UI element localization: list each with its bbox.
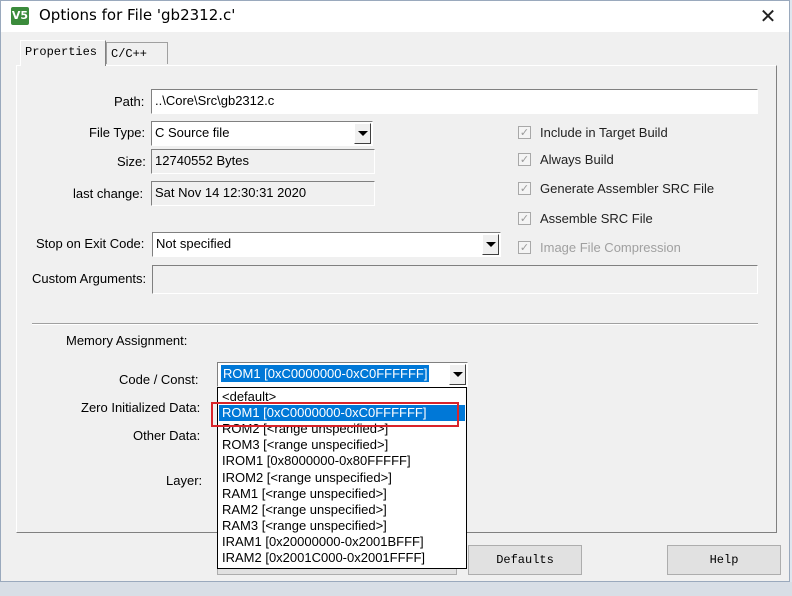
- generate-assembler-src-checkbox[interactable]: ✓: [518, 182, 531, 195]
- image-file-compression-label: Image File Compression: [540, 240, 681, 255]
- always-build-label: Always Build: [540, 152, 614, 167]
- include-in-target-build-checkbox[interactable]: ✓: [518, 126, 531, 139]
- defaults-button[interactable]: Defaults: [468, 545, 582, 575]
- tab-c-cpp[interactable]: C/C++: [106, 42, 168, 64]
- file-type-value: C Source file: [155, 125, 230, 140]
- memory-assignment-label: Memory Assignment:: [66, 333, 188, 348]
- list-item[interactable]: IRAM1 [0x20000000-0x2001BFFF]: [219, 534, 465, 550]
- code-const-select[interactable]: ROM1 [0xC0000000-0xC0FFFFFF]: [217, 362, 468, 387]
- other-data-label: Other Data:: [133, 428, 201, 443]
- assemble-src-checkbox[interactable]: ✓: [518, 212, 531, 225]
- window-title: Options for File 'gb2312.c': [39, 6, 236, 24]
- list-item[interactable]: IRAM2 [0x2001C000-0x2001FFFF]: [219, 550, 465, 566]
- tab-properties[interactable]: Properties: [20, 40, 106, 66]
- last-change-field: Sat Nov 14 12:30:31 2020: [151, 181, 375, 206]
- chevron-down-icon[interactable]: [482, 234, 499, 255]
- options-dialog: V5 Options for File 'gb2312.c' ✕ Propert…: [0, 0, 790, 582]
- title-bar: V5 Options for File 'gb2312.c' ✕: [1, 1, 789, 32]
- list-item[interactable]: IROM1 [0x8000000-0x80FFFFF]: [219, 453, 465, 469]
- include-in-target-build-label: Include in Target Build: [540, 125, 668, 140]
- chevron-down-icon[interactable]: [449, 364, 466, 385]
- code-const-label: Code / Const:: [119, 372, 199, 387]
- stop-on-exit-value: Not specified: [156, 236, 232, 251]
- stop-on-exit-label: Stop on Exit Code:: [36, 236, 145, 251]
- custom-args-field: [152, 265, 758, 294]
- size-field: 12740552 Bytes: [151, 149, 375, 174]
- file-type-select[interactable]: C Source file: [151, 121, 373, 146]
- path-field[interactable]: ..\Core\Src\gb2312.c: [151, 89, 758, 114]
- list-item[interactable]: RAM2 [<range unspecified>]: [219, 502, 465, 518]
- keil-app-icon: V5: [11, 7, 29, 25]
- generate-assembler-src-label: Generate Assembler SRC File: [540, 181, 715, 196]
- file-type-label: File Type:: [89, 125, 146, 140]
- close-icon[interactable]: ✕: [747, 1, 789, 31]
- list-item[interactable]: RAM3 [<range unspecified>]: [219, 518, 465, 534]
- zero-init-label: Zero Initialized Data:: [81, 400, 201, 415]
- always-build-checkbox[interactable]: ✓: [518, 153, 531, 166]
- section-divider: [32, 323, 758, 325]
- stop-on-exit-select[interactable]: Not specified: [152, 232, 501, 257]
- chevron-down-icon[interactable]: [354, 123, 371, 144]
- highlight-annotation-box: [211, 402, 459, 427]
- assemble-src-label: Assemble SRC File: [540, 211, 653, 226]
- code-const-value: ROM1 [0xC0000000-0xC0FFFFFF]: [221, 365, 430, 382]
- image-file-compression-checkbox: ✓: [518, 241, 531, 254]
- layer-label: Layer:: [166, 473, 203, 488]
- path-label: Path:: [114, 94, 145, 109]
- desktop-strip: [0, 582, 792, 596]
- last-change-label: last change:: [73, 186, 144, 201]
- size-label: Size:: [117, 154, 146, 169]
- help-button[interactable]: Help: [667, 545, 781, 575]
- list-item[interactable]: IROM2 [<range unspecified>]: [219, 470, 465, 486]
- list-item[interactable]: RAM1 [<range unspecified>]: [219, 486, 465, 502]
- custom-args-label: Custom Arguments:: [32, 271, 147, 286]
- list-item[interactable]: ROM3 [<range unspecified>]: [219, 437, 465, 453]
